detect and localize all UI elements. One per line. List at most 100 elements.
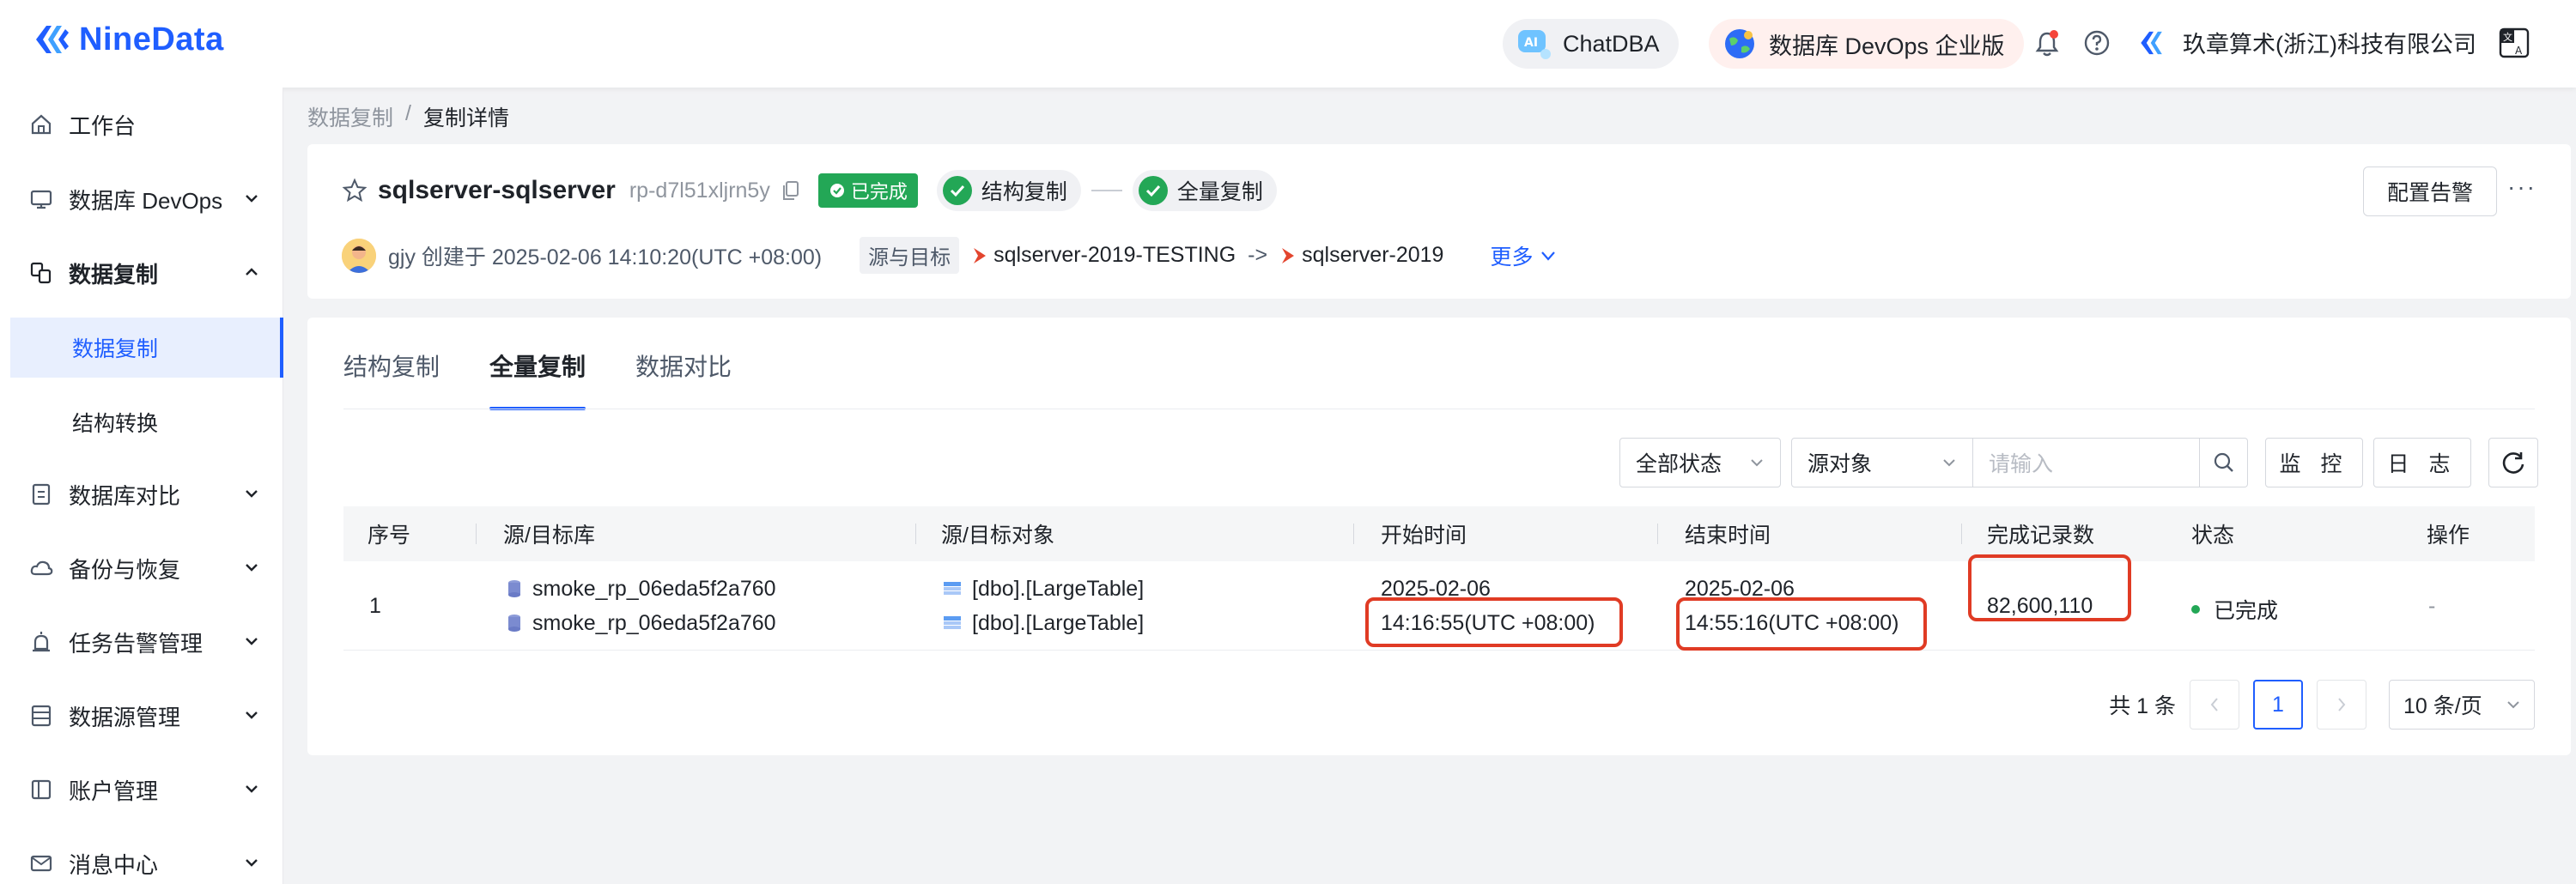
row-status-label: 已完成 <box>2214 599 2279 623</box>
globe-icon <box>1725 29 1754 58</box>
devops-edition-label: 数据库 DevOps 企业版 <box>1769 33 2005 59</box>
home-icon <box>31 114 52 135</box>
status-dot <box>2191 605 2200 614</box>
search-input[interactable]: 请输入 <box>1973 438 2200 487</box>
source-object-name: [dbo].[LargeTable] <box>972 576 1145 601</box>
search-icon <box>2214 452 2233 472</box>
sidebar-subitem-label: 数据复制 <box>72 337 159 361</box>
page-size-select[interactable]: 10 条/页 <box>2389 680 2535 730</box>
col-divider <box>1657 524 1658 544</box>
pagination: 共 1 条 1 10 条/页 <box>2109 680 2535 730</box>
refresh-button[interactable] <box>2488 438 2538 487</box>
logo[interactable]: NineData <box>33 21 224 58</box>
language-switch[interactable]: 文 A <box>2499 27 2530 58</box>
detail-tabs: 结构复制 全量复制 数据对比 <box>343 348 732 410</box>
star-icon[interactable] <box>342 178 368 203</box>
object-filter-value: 源对象 <box>1807 452 1873 476</box>
bell-icon <box>2035 30 2059 57</box>
sidebar-item-backup[interactable]: 备份与恢复 <box>0 536 283 601</box>
prev-page-button[interactable] <box>2190 680 2239 730</box>
status-filter-select[interactable]: 全部状态 <box>1619 438 1781 487</box>
status-filter-value: 全部状态 <box>1636 452 1722 476</box>
sidebar-item-replication[interactable]: 数据复制 <box>0 240 283 306</box>
check-circle-icon <box>829 184 844 197</box>
company-name: 玖章算术(浙江)科技有限公司 <box>2183 32 2476 58</box>
tab-structure-replication[interactable]: 结构复制 <box>343 348 440 410</box>
chevron-down-icon <box>1751 459 1763 467</box>
target-db-name: smoke_rp_06eda5f2a760 <box>532 610 776 635</box>
sidebar-item-workbench[interactable]: 工作台 <box>0 92 283 157</box>
svg-text:AI: AI <box>1524 36 1538 50</box>
help-button[interactable] <box>2083 29 2111 57</box>
creator-info: gjy 创建于 2025-02-06 14:10:20(UTC +08:00) <box>388 245 823 269</box>
object-filter-select[interactable]: 源对象 <box>1791 438 1973 487</box>
monitor-button[interactable]: 监 控 <box>2265 438 2363 487</box>
source-object: [dbo].[LargeTable] <box>943 572 1144 606</box>
chevron-down-icon <box>246 195 258 203</box>
sidebar-item-label: 数据源管理 <box>69 704 181 730</box>
sidebar-item-label: 数据复制 <box>69 261 159 288</box>
cloud-icon <box>30 560 53 576</box>
total-count: 共 1 条 <box>2109 694 2176 718</box>
col-divider <box>476 524 477 544</box>
sidebar-subitem-structure-convert[interactable]: 结构转换 <box>10 392 283 452</box>
more-actions-button[interactable]: ··· <box>2507 173 2537 201</box>
col-status: 状态 <box>2191 524 2235 548</box>
chevron-down-icon <box>246 711 258 719</box>
sidebar-item-db-compare[interactable]: 数据库对比 <box>0 462 283 527</box>
target-datasource[interactable]: sqlserver-2019 <box>1279 243 1443 268</box>
ai-icon: AI <box>1518 30 1551 59</box>
step-label: 结构复制 <box>981 180 1067 204</box>
top-bar: NineData AI ChatDBA 数据库 DevOps 企业版 玖章算术(… <box>0 0 2576 88</box>
devops-edition-button[interactable]: 数据库 DevOps 企业版 <box>1709 19 2024 69</box>
sidebar: 工作台 数据库 DevOps 数据复制 数据复制 结构转换 数据库对比 备份与恢… <box>0 88 283 884</box>
target-db: smoke_rp_06eda5f2a760 <box>507 606 776 640</box>
col-divider <box>1353 524 1354 544</box>
database-icon <box>508 580 520 597</box>
copy-icon[interactable] <box>781 179 801 202</box>
highlight-records <box>1968 554 2131 621</box>
target-object: [dbo].[LargeTable] <box>943 606 1144 640</box>
avatar <box>342 238 376 273</box>
chatdba-button[interactable]: AI ChatDBA <box>1503 19 1679 69</box>
sidebar-subitem-replication[interactable]: 数据复制 <box>10 318 283 378</box>
tab-data-compare[interactable]: 数据对比 <box>635 348 732 410</box>
chevron-right-icon <box>2338 698 2346 711</box>
table-row: 1 smoke_rp_06eda5f2a760 smoke_rp_06eda5f… <box>343 554 2535 651</box>
configure-alert-button[interactable]: 配置告警 <box>2363 167 2497 216</box>
database-icon <box>508 615 520 632</box>
sidebar-item-datasource[interactable]: 数据源管理 <box>0 683 283 748</box>
tab-full-replication[interactable]: 全量复制 <box>489 348 586 410</box>
chevron-down-icon <box>246 859 258 867</box>
notification-button[interactable] <box>2033 29 2061 58</box>
organization-switcher[interactable]: 玖章算术(浙江)科技有限公司 <box>2138 26 2476 59</box>
sidebar-item-alarm[interactable]: 任务告警管理 <box>0 609 283 675</box>
breadcrumb-parent[interactable]: 数据复制 <box>307 101 393 132</box>
page-number[interactable]: 1 <box>2253 680 2303 730</box>
chevron-down-icon <box>246 785 258 793</box>
next-page-button[interactable] <box>2317 680 2366 730</box>
row-status: 已完成 <box>2191 594 2278 625</box>
chatdba-label: ChatDBA <box>1563 30 1660 57</box>
chevron-down-icon <box>246 490 258 498</box>
breadcrumb-separator: / <box>405 101 411 125</box>
more-link[interactable]: 更多 <box>1490 240 1557 271</box>
breadcrumb: 数据复制 / 复制详情 <box>307 101 509 132</box>
sidebar-item-label: 数据库对比 <box>69 482 181 509</box>
chevron-left-icon <box>2210 698 2218 711</box>
more-label: 更多 <box>1490 245 1534 269</box>
replication-icon <box>30 262 52 284</box>
target-object-name: [dbo].[LargeTable] <box>972 610 1145 635</box>
row-index: 1 <box>369 594 381 618</box>
log-button[interactable]: 日 志 <box>2373 438 2471 487</box>
sidebar-item-label: 数据库 DevOps <box>69 187 223 214</box>
mail-icon <box>30 855 52 872</box>
sidebar-item-devops[interactable]: 数据库 DevOps <box>0 167 283 232</box>
org-logo-icon <box>2141 31 2162 54</box>
sidebar-item-account[interactable]: 账户管理 <box>0 757 283 822</box>
row-db-cell: smoke_rp_06eda5f2a760 smoke_rp_06eda5f2a… <box>507 572 776 640</box>
source-datasource[interactable]: sqlserver-2019-TESTING <box>971 243 1236 268</box>
highlight-start-time <box>1365 597 1623 647</box>
sidebar-item-messages[interactable]: 消息中心 <box>0 831 283 884</box>
search-button[interactable] <box>2200 438 2248 487</box>
